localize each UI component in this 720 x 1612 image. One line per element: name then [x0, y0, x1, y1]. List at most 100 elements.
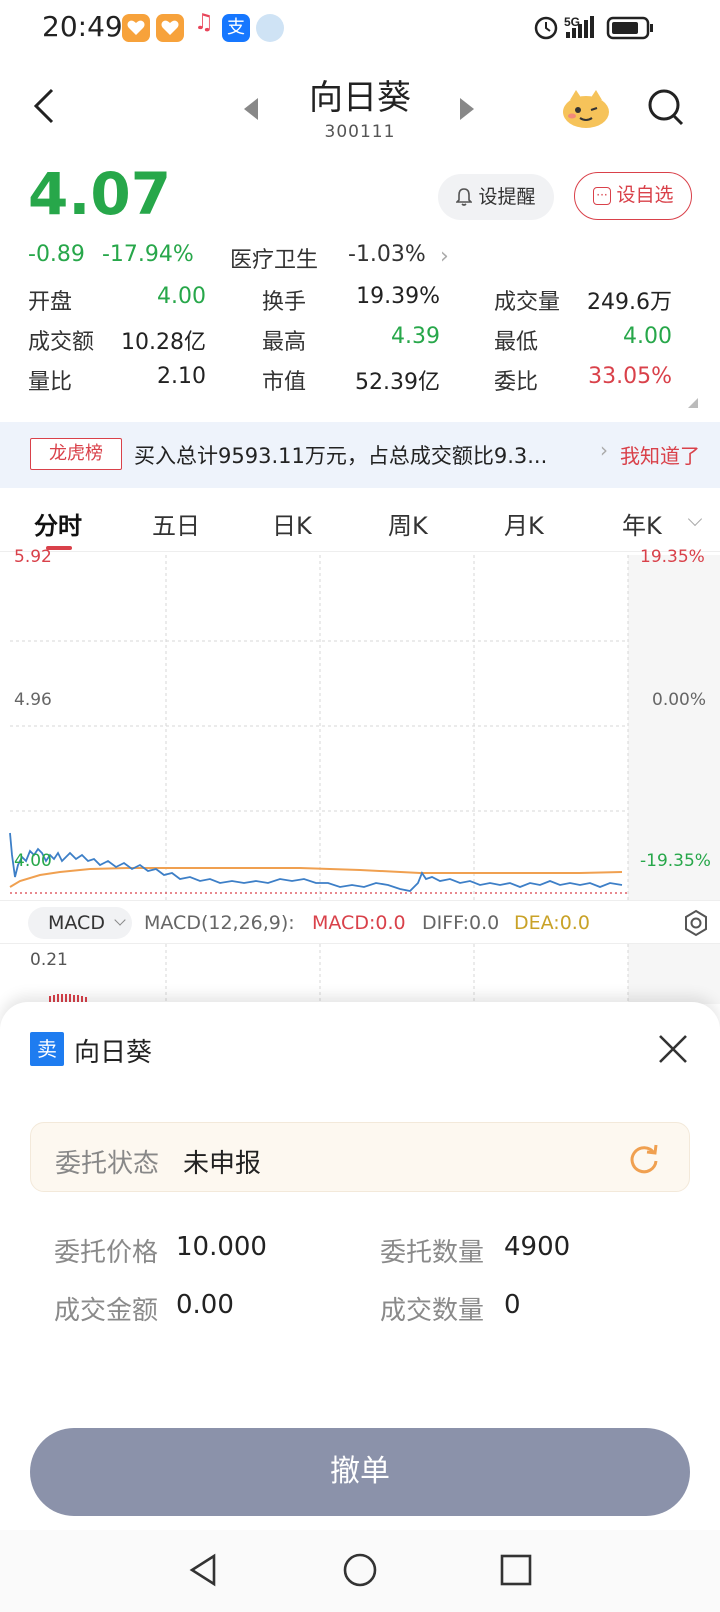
price-change: -0.89 -17.94% — [28, 242, 204, 267]
tab-intraday[interactable]: 分时 — [34, 506, 82, 541]
pct-axis-top: 19.35% — [640, 547, 705, 567]
pct-axis-mid: 0.00% — [652, 690, 707, 710]
filled-qty-label: 成交数量 — [380, 1296, 485, 1326]
order-qty-value: 4900 — [504, 1232, 571, 1262]
quote-label-order-ratio: 委比 — [494, 370, 539, 395]
sell-badge: 卖 — [30, 1032, 64, 1066]
intraday-chart[interactable]: 5.92 4.96 4.00 19.35% 0.00% -19.35% — [0, 547, 720, 905]
heart-app-icon — [156, 14, 184, 42]
add-watchlist-button[interactable]: ··· 设自选 — [574, 172, 692, 220]
heart-app-icon — [122, 14, 150, 42]
search-icon[interactable] — [646, 86, 686, 128]
quote-label-high: 最高 — [262, 330, 307, 355]
order-detail-sheet: 卖 向日葵 委托状态 未申报 委托价格 10.000 委托数量 4900 成交金… — [0, 1002, 720, 1612]
set-alert-button[interactable]: 设提醒 — [438, 174, 554, 220]
nav-home-icon[interactable] — [340, 1550, 380, 1590]
pct-axis-bottom: -19.35% — [640, 851, 711, 871]
quote-value-amount: 10.28亿 — [121, 330, 206, 355]
music-icon: ♫ — [194, 10, 214, 35]
alipay-icon: 支 — [222, 14, 250, 42]
quote-label-turnover: 换手 — [262, 290, 307, 315]
nav-recents-icon[interactable] — [496, 1550, 536, 1590]
tab-yearly-k[interactable]: 年K — [622, 506, 662, 541]
change-percent: -17.94% — [101, 242, 194, 267]
quote-label-low: 最低 — [494, 330, 539, 355]
quote-label-amount: 成交额 — [28, 330, 95, 355]
order-price-value: 10.000 — [176, 1232, 267, 1262]
order-status-card: 委托状态 未申报 — [30, 1122, 690, 1192]
average-price-line — [9, 867, 623, 888]
y-axis-mid: 4.96 — [14, 690, 52, 710]
filled-amount-label: 成交金额 — [54, 1296, 159, 1326]
stock-name: 向日葵 — [309, 78, 411, 118]
cancel-order-button[interactable]: 撤单 — [30, 1428, 690, 1516]
order-qty-label: 委托数量 — [380, 1238, 485, 1268]
quote-label-volume: 成交量 — [494, 290, 561, 315]
quote-value-volume-ratio: 2.10 — [157, 364, 206, 389]
chevron-down-icon[interactable] — [687, 511, 703, 527]
tab-weekly-k[interactable]: 周K — [388, 506, 428, 541]
macd-chart-svg — [49, 944, 720, 1004]
quote-label-market-cap: 市值 — [262, 370, 307, 395]
order-price-label: 委托价格 — [54, 1238, 159, 1268]
dragon-tiger-banner[interactable]: 龙虎榜 买入总计9593.11万元，占总成交额比9.3... › 我知道了 — [0, 422, 720, 488]
indicator-selector[interactable]: MACD — [28, 907, 132, 939]
status-bar: 20:49 ♫ 支 5G — [0, 0, 720, 56]
svg-text:5G: 5G — [564, 15, 580, 29]
quote-value-turnover: 19.39% — [356, 284, 440, 309]
nav-back-icon[interactable] — [184, 1550, 224, 1590]
status-time: 20:49 — [42, 10, 123, 43]
expand-corner-icon[interactable] — [688, 398, 698, 408]
tab-five-day[interactable]: 五日 — [152, 506, 200, 541]
filled-qty-value: 0 — [504, 1290, 521, 1320]
order-stock-name: 向日葵 — [74, 1038, 153, 1068]
chart-tabs: 分时 五日 日K 周K 月K 年K — [0, 492, 720, 552]
quote-label-volume-ratio: 量比 — [28, 370, 73, 395]
chevron-down-icon — [114, 914, 126, 926]
dragon-tiger-tag: 龙虎榜 — [30, 438, 122, 470]
y-axis-top: 5.92 — [14, 547, 52, 567]
macd-value: MACD:0.0 — [312, 912, 406, 934]
system-nav-bar — [0, 1530, 720, 1612]
quote-value-market-cap: 52.39亿 — [355, 370, 440, 395]
tab-monthly-k[interactable]: 月K — [504, 506, 544, 541]
diff-value: DIFF:0.0 — [422, 912, 500, 934]
quote-value-open: 4.00 — [157, 284, 206, 309]
dismiss-banner-button[interactable]: 我知道了 — [620, 440, 700, 469]
chevron-right-icon[interactable]: › — [440, 244, 449, 269]
intraday-chart-svg — [9, 555, 720, 900]
refresh-icon[interactable] — [627, 1141, 661, 1175]
sector-change[interactable]: -1.03% — [348, 242, 426, 267]
macd-scale-top: 0.21 — [30, 950, 68, 970]
filled-amount-value: 0.00 — [176, 1290, 234, 1320]
tab-daily-k[interactable]: 日K — [272, 506, 312, 541]
add-watchlist-label: 设自选 — [616, 184, 674, 206]
settings-hexagon-icon[interactable] — [682, 909, 710, 937]
macd-params: MACD(12,26,9): — [144, 912, 295, 934]
cloud-app-icon — [256, 14, 284, 42]
quote-value-high: 4.39 — [391, 324, 440, 349]
order-status-value: 未申报 — [183, 1149, 262, 1179]
close-icon[interactable] — [656, 1032, 690, 1066]
stock-header: 向日葵 300111 — [0, 56, 720, 156]
set-alert-label: 设提醒 — [478, 186, 536, 208]
y-axis-bottom: 4.00 — [14, 851, 52, 871]
indicator-bar: MACD MACD(12,26,9): MACD:0.0 DIFF:0.0 DE… — [0, 900, 720, 944]
banner-text: 买入总计9593.11万元，占总成交额比9.3... — [134, 444, 548, 468]
change-amount: -0.89 — [28, 242, 85, 267]
quote-value-order-ratio: 33.05% — [588, 364, 672, 389]
quote-label-open: 开盘 — [28, 290, 73, 315]
order-status-label: 委托状态 — [55, 1149, 160, 1179]
chevron-right-icon: › — [600, 438, 608, 462]
bell-icon — [456, 188, 472, 206]
quote-value-low: 4.00 — [623, 324, 672, 349]
price-line — [9, 832, 623, 892]
mascot-icon[interactable] — [560, 86, 612, 130]
next-stock-button[interactable] — [460, 98, 474, 120]
sector-name[interactable]: 医疗卫生 — [230, 242, 318, 274]
system-status-icons: 5G — [534, 15, 653, 40]
indicator-selector-label: MACD — [48, 912, 105, 934]
dots-icon: ··· — [593, 187, 611, 205]
current-price: 4.07 — [28, 160, 172, 228]
stock-code: 300111 — [324, 122, 396, 142]
